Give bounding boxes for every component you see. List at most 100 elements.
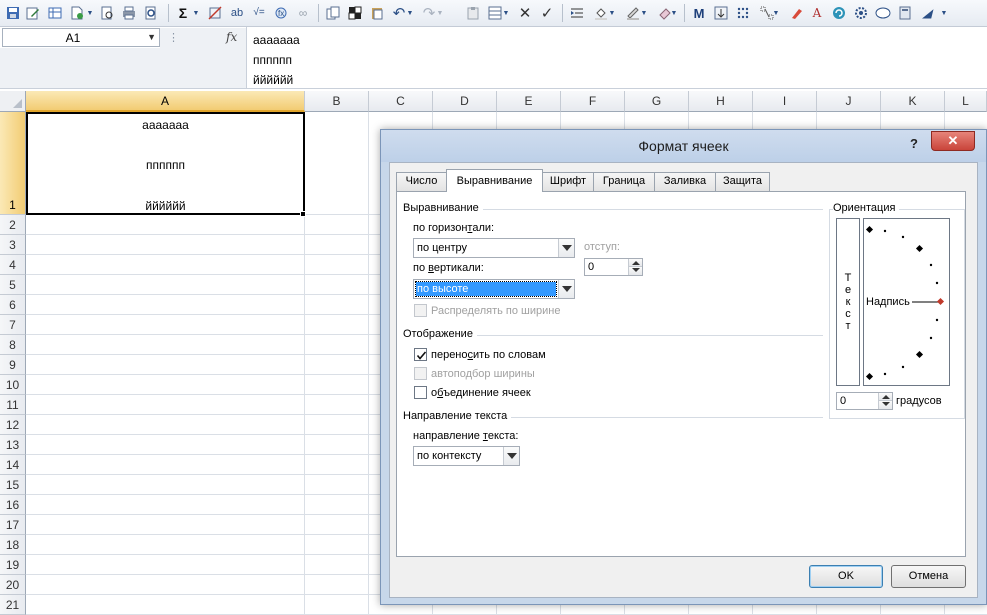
row-header-18[interactable]: 18 <box>0 535 26 555</box>
dropdown-arrow-icon[interactable]: ▼ <box>608 4 616 22</box>
font-color-icon[interactable]: A <box>808 4 826 22</box>
horizontal-select[interactable]: по центру <box>413 238 575 258</box>
find-icon[interactable]: M <box>690 4 708 22</box>
chevron-down-icon[interactable]: ▼ <box>147 32 156 42</box>
copy-format-icon[interactable] <box>324 4 342 22</box>
row-header-7[interactable]: 7 <box>0 315 26 335</box>
sort-icon[interactable] <box>712 4 730 22</box>
column-header-i[interactable]: I <box>753 91 817 112</box>
row-header-9[interactable]: 9 <box>0 355 26 375</box>
tab-number[interactable]: Число <box>396 172 447 191</box>
tab-border[interactable]: Граница <box>593 172 655 191</box>
indent-stepper[interactable]: 0 <box>584 258 643 276</box>
cloud-icon[interactable] <box>874 4 892 22</box>
select-all-corner[interactable] <box>0 91 26 112</box>
row-header-10[interactable]: 10 <box>0 375 26 395</box>
row-header-14[interactable]: 14 <box>0 455 26 475</box>
dropdown-arrow-icon[interactable]: ▼ <box>86 4 94 22</box>
dropdown-arrow-icon[interactable]: ▼ <box>772 4 780 22</box>
calculator-icon[interactable] <box>896 4 914 22</box>
name-box[interactable]: A1 ▼ <box>2 28 160 47</box>
column-header-b[interactable]: B <box>305 91 369 112</box>
zoom-page-icon[interactable] <box>142 4 160 22</box>
text-direction-select[interactable]: по контексту <box>413 446 520 466</box>
new-document-icon[interactable] <box>68 4 86 22</box>
column-header-a[interactable]: A <box>26 91 305 112</box>
settings-icon[interactable] <box>852 4 870 22</box>
column-header-h[interactable]: H <box>689 91 753 112</box>
dotted-grid-icon[interactable] <box>734 4 752 22</box>
tab-fill[interactable]: Заливка <box>654 172 716 191</box>
row-header-8[interactable]: 8 <box>0 335 26 355</box>
row-header-4[interactable]: 4 <box>0 255 26 275</box>
clipboard-icon[interactable] <box>464 4 482 22</box>
no-format-icon[interactable] <box>206 4 224 22</box>
row-header-6[interactable]: 6 <box>0 295 26 315</box>
column-header-d[interactable]: D <box>433 91 497 112</box>
help-button[interactable]: ? <box>910 136 918 151</box>
save-icon[interactable] <box>4 4 22 22</box>
chevron-down-icon[interactable] <box>878 401 892 409</box>
refresh-icon[interactable] <box>830 4 848 22</box>
column-header-e[interactable]: E <box>497 91 561 112</box>
wrap-text-checkbox[interactable] <box>414 348 427 361</box>
indent-icon[interactable] <box>568 4 586 22</box>
dropdown-arrow-icon[interactable]: ▼ <box>436 4 444 22</box>
close-button[interactable]: ✕ <box>931 131 975 151</box>
column-header-g[interactable]: G <box>625 91 689 112</box>
distribute-checkbox[interactable] <box>414 304 427 317</box>
formula-check-icon[interactable]: √= <box>250 4 268 22</box>
replace-icon[interactable]: ab <box>228 4 246 22</box>
chevron-up-icon[interactable] <box>878 393 892 401</box>
dropdown-arrow-icon[interactable]: ▼ <box>502 4 510 22</box>
merge-cells-checkbox[interactable] <box>414 386 427 399</box>
highlighter-icon[interactable] <box>788 4 806 22</box>
row-header-11[interactable]: 11 <box>0 395 26 415</box>
row-header-20[interactable]: 20 <box>0 575 26 595</box>
column-header-j[interactable]: J <box>817 91 881 112</box>
splitter-dots-icon[interactable]: ⋮ <box>168 31 179 44</box>
confirm-icon[interactable]: ✓ <box>538 4 556 22</box>
tab-alignment[interactable]: Выравнивание <box>446 169 543 192</box>
autosum-icon[interactable]: Σ <box>174 4 192 22</box>
row-header-2[interactable]: 2 <box>0 215 26 235</box>
dropdown-arrow-icon[interactable]: ▼ <box>670 4 678 22</box>
row-header-1[interactable]: 1 <box>0 112 26 215</box>
paste-special-icon[interactable] <box>368 4 386 22</box>
checkerboard-icon[interactable] <box>346 4 364 22</box>
row-header-16[interactable]: 16 <box>0 495 26 515</box>
vertical-text-button[interactable]: Т е к с т <box>836 218 860 386</box>
chevron-down-icon[interactable] <box>503 447 519 465</box>
chevron-down-icon[interactable] <box>558 239 574 257</box>
row-header-21[interactable]: 21 <box>0 595 26 615</box>
row-header-13[interactable]: 13 <box>0 435 26 455</box>
table-icon[interactable] <box>46 4 64 22</box>
customize-toolbar-icon[interactable]: ▼ <box>940 4 948 22</box>
cell-a1[interactable]: ааааааа пппппп йййййй <box>26 112 305 215</box>
row-header-3[interactable]: 3 <box>0 235 26 255</box>
row-header-19[interactable]: 19 <box>0 555 26 575</box>
column-header-c[interactable]: C <box>369 91 433 112</box>
print-preview-icon[interactable] <box>98 4 116 22</box>
print-icon[interactable] <box>120 4 138 22</box>
dropdown-arrow-icon[interactable]: ▼ <box>406 4 414 22</box>
formula-input[interactable]: ааааааа пппппп йййййй <box>246 27 987 89</box>
vertical-select[interactable]: по высоте <box>413 279 575 299</box>
shrink-to-fit-checkbox[interactable] <box>414 367 427 380</box>
row-header-5[interactable]: 5 <box>0 275 26 295</box>
fill-handle[interactable] <box>300 211 306 217</box>
evaluate-icon[interactable]: fx <box>272 4 290 22</box>
insert-function-icon[interactable]: fx <box>226 30 237 44</box>
cancel-button[interactable]: Отмена <box>891 565 966 588</box>
chevron-down-icon[interactable] <box>628 267 642 275</box>
chevron-up-icon[interactable] <box>628 259 642 267</box>
link-icon[interactable]: ∞ <box>294 4 312 22</box>
orientation-icon[interactable]: ◢ <box>918 4 936 22</box>
cancel-icon[interactable]: ✕ <box>516 4 534 22</box>
column-header-l[interactable]: L <box>945 91 987 112</box>
tab-font[interactable]: Шрифт <box>542 172 594 191</box>
ok-button[interactable]: OK <box>809 565 883 588</box>
dropdown-arrow-icon[interactable]: ▼ <box>192 4 200 22</box>
row-header-15[interactable]: 15 <box>0 475 26 495</box>
degrees-stepper[interactable]: 0 <box>836 392 893 410</box>
